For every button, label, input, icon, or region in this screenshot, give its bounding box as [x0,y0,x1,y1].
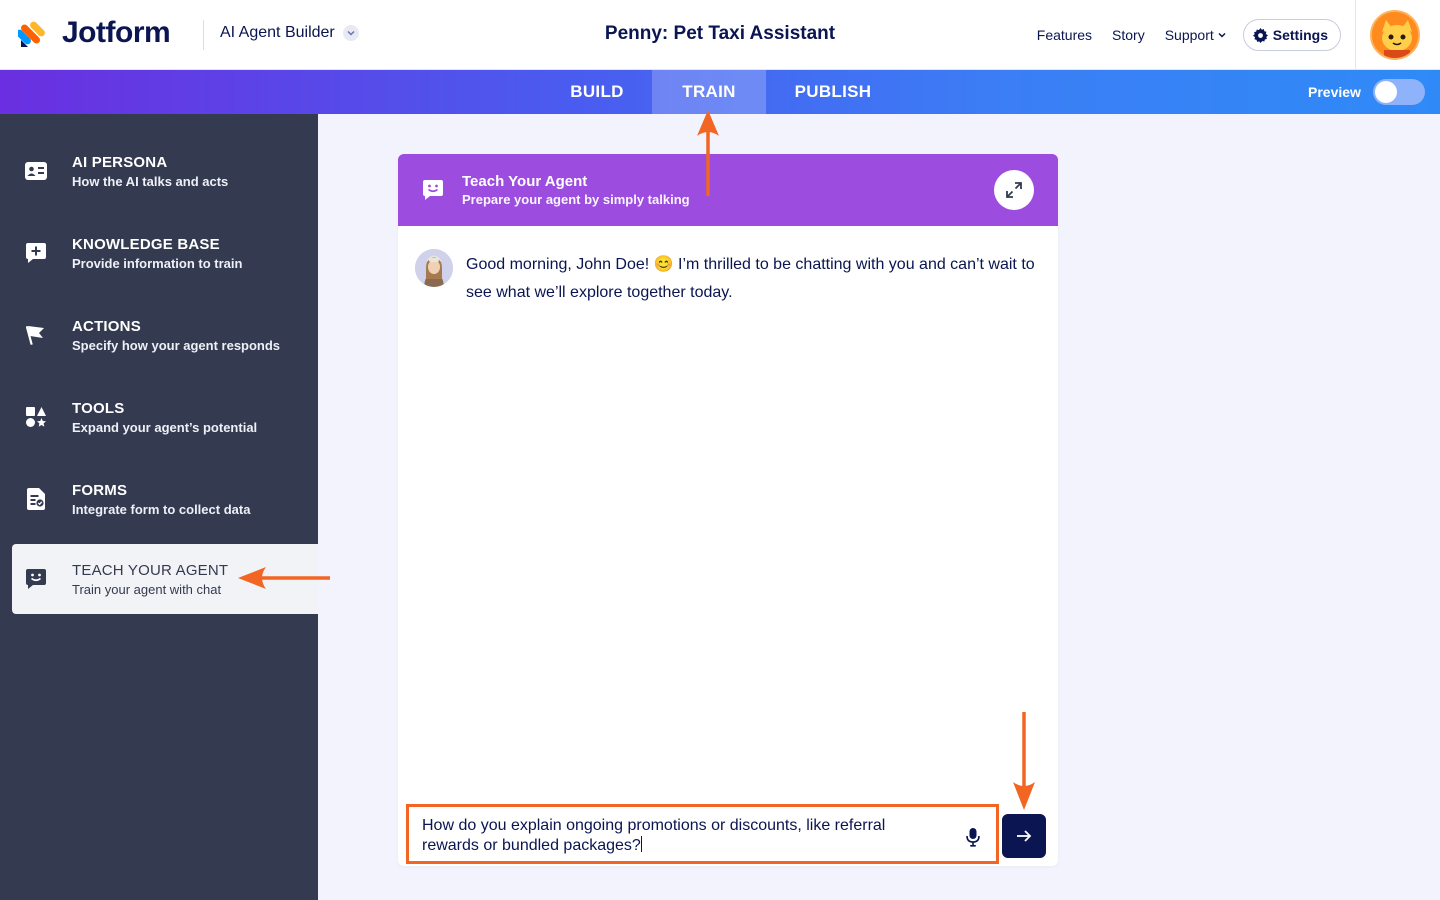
flag-icon [24,323,48,347]
add-knowledge-icon [24,241,48,265]
smile-chat-icon [24,567,48,591]
gear-icon [1252,27,1268,43]
features-link[interactable]: Features [1037,27,1092,43]
settings-label: Settings [1272,27,1328,43]
text-caret [640,836,642,852]
sidebar-item-subtitle: Expand your agent’s potential [72,419,258,435]
agent-message-text: Good morning, John Doe! 😊 I’m thrilled t… [466,256,1035,301]
support-dropdown[interactable]: Support [1165,27,1227,43]
sidebar-item-subtitle: How the AI talks and acts [72,173,229,189]
builder-dropdown-label: AI Agent Builder [220,24,335,41]
sidebar-item-forms[interactable]: FORMS Integrate form to collect data [12,464,318,534]
shapes-icon [24,405,48,429]
expand-icon [1006,182,1022,198]
chevron-down-icon [1218,32,1226,38]
sidebar-item-subtitle: Integrate form to collect data [72,501,251,517]
logo-text: Jotform [62,16,171,49]
settings-button[interactable]: Settings [1242,19,1341,51]
chevron-down-icon [342,25,359,41]
sidebar-item-teach-your-agent[interactable]: TEACH YOUR AGENT Train your agent with c… [12,544,318,614]
expand-button[interactable] [994,170,1034,210]
sidebar-item-subtitle: Train your agent with chat [72,581,222,597]
sidebar-item-tools[interactable]: TOOLS Expand your agent’s potential [12,382,318,452]
sidebar-item-title: ACTIONS [72,317,141,335]
jotform-logo[interactable]: Jotform [16,16,171,50]
tab-build[interactable]: BUILD [556,70,638,114]
main-nav-bar: BUILD TRAIN PUBLISH Preview [0,70,1440,114]
sidebar-item-title: FORMS [72,481,128,499]
panel-title: Teach Your Agent [462,173,588,190]
header-divider [203,20,204,50]
sidebar-item-title: KNOWLEDGE BASE [72,235,220,253]
preview-label: Preview [1308,84,1361,100]
panel-header: Teach Your Agent Prepare your agent by s… [398,154,1058,226]
smile-chat-icon [422,179,444,201]
tab-publish[interactable]: PUBLISH [782,70,884,114]
sidebar-item-title: TOOLS [72,399,125,417]
jotform-logo-icon [16,18,48,48]
user-avatar[interactable] [1370,10,1420,60]
tab-train[interactable]: TRAIN [652,70,766,114]
agent-avatar [415,249,453,287]
sidebar-item-ai-persona[interactable]: AI PERSONA How the AI talks and acts [12,136,318,206]
send-button[interactable] [1002,814,1046,858]
avatar-divider [1355,0,1356,70]
form-icon [24,487,48,511]
agent-message: Good morning, John Doe! 😊 I’m thrilled t… [415,249,1035,307]
top-links: Features Story Support Settings [1037,19,1341,51]
preview-toggle[interactable] [1373,79,1425,105]
sidebar-item-subtitle: Provide information to train [72,255,243,271]
chat-input[interactable]: How do you explain ongoing promotions or… [422,816,942,856]
arrow-right-icon [1017,830,1032,842]
story-link[interactable]: Story [1112,27,1145,43]
chat-input-value: How do you explain ongoing promotions or… [422,817,886,854]
support-label: Support [1164,27,1214,43]
teach-agent-panel: Teach Your Agent Prepare your agent by s… [398,154,1058,866]
sidebar-item-title: AI PERSONA [72,153,168,171]
top-bar: Jotform AI Agent Builder Penny: Pet Taxi… [0,0,1440,70]
sidebar-item-knowledge-base[interactable]: KNOWLEDGE BASE Provide information to tr… [12,218,318,288]
microphone-icon[interactable] [965,827,981,847]
panel-subtitle: Prepare your agent by simply talking [462,192,690,207]
sidebar-item-subtitle: Specify how your agent responds [72,337,281,353]
id-card-icon [24,159,48,183]
sidebar-item-actions[interactable]: ACTIONS Specify how your agent responds [12,300,318,370]
builder-dropdown[interactable]: AI Agent Builder [220,24,359,42]
toggle-knob [1375,81,1397,103]
sidebar-item-title: TEACH YOUR AGENT [72,561,229,579]
chat-input-box[interactable]: How do you explain ongoing promotions or… [406,804,999,864]
